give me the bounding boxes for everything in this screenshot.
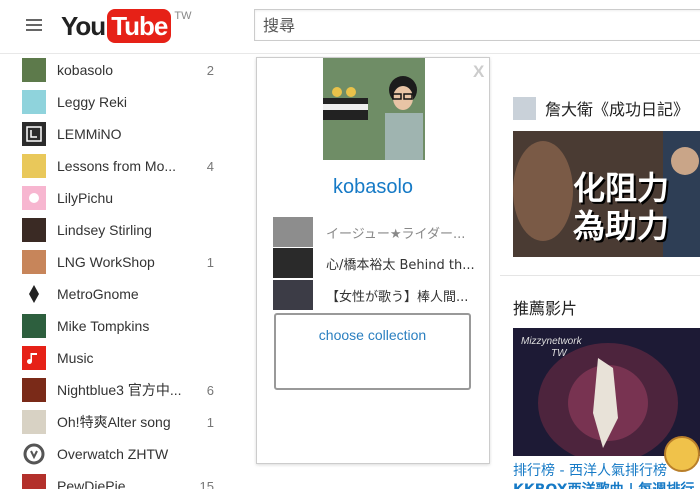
sidebar-item-lindsey[interactable]: Lindsey Stirling [0, 214, 235, 246]
video-thumbnail [273, 248, 313, 278]
sidebar-item-count: 2 [206, 62, 214, 78]
watermark-line1: Mizzynetwork [521, 336, 582, 347]
choose-collection-box[interactable]: choose collection [274, 313, 471, 390]
pewdiepie-thumbnail [22, 474, 46, 489]
popup-video-item[interactable]: 【女性が歌う】棒人間... [273, 280, 489, 310]
sidebar-item-leggy-reki[interactable]: Leggy Reki [0, 86, 235, 118]
mike-thumbnail [22, 314, 46, 338]
sidebar-item-nightblue3[interactable]: Nightblue3 官方中... 6 [0, 374, 235, 406]
sidebar-item-overwatch[interactable]: Overwatch ZHTW [0, 438, 235, 470]
recommended-channel-title: 詹大衛《成功日記》 [545, 100, 690, 119]
sidebar-item-metrognome[interactable]: MetroGnome [0, 278, 235, 310]
video-thumbnail [273, 280, 313, 310]
sidebar-item-count: 6 [206, 382, 214, 398]
lilypichu-thumbnail [22, 186, 46, 210]
sidebar-item-label: kobasolo [57, 62, 114, 78]
kobasolo-thumbnail [22, 58, 46, 82]
recommended-video-title[interactable]: 排行榜 - 西洋人氣排行榜 [513, 460, 667, 480]
sidebar-item-label: Lessons from Mo... [57, 158, 177, 174]
sidebar-item-lng-workshop[interactable]: LNG WorkShop 1 [0, 246, 235, 278]
sidebar-item-label: Nightblue3 官方中... [57, 382, 182, 398]
sidebar-item-label: Mike Tompkins [57, 318, 150, 334]
logo-tube-text: Tube [107, 9, 172, 43]
lng-thumbnail [22, 250, 46, 274]
sidebar-item-kobasolo[interactable]: kobasolo 2 [0, 54, 235, 86]
recommended-channel-header[interactable]: 詹大衛《成功日記》 [513, 96, 689, 120]
section-divider [500, 275, 700, 276]
sidebar-item-pewdiepie[interactable]: PewDiePie 15 [0, 470, 235, 489]
sidebar-item-count: 1 [206, 254, 214, 270]
lemmino-logo [22, 122, 46, 146]
watermark-line2: TW [551, 348, 567, 359]
video-thumbnail [273, 217, 313, 247]
sidebar-item-count: 4 [206, 158, 214, 174]
sidebar-item-music[interactable]: Music [0, 342, 235, 374]
close-icon[interactable]: X [473, 62, 484, 82]
channel-name-link[interactable]: kobasolo [257, 176, 489, 199]
sidebar-item-oh-alter-song[interactable]: Oh!特爽Alter song 1 [0, 406, 235, 438]
sidebar-item-label: LEMMiNO [57, 126, 122, 142]
music-note-icon [22, 346, 46, 370]
recommended-section-title: 推薦影片 [513, 299, 578, 318]
video-thumbnail-recommended[interactable]: Mizzynetwork TW [513, 328, 700, 456]
video-title: 心/橋本裕太 Behind th... [326, 258, 475, 273]
video-thumbnail-large[interactable]: 化阻力 為助力 [513, 131, 700, 257]
recommended-channel-avatar [513, 96, 536, 120]
recommended-video-subtitle[interactable]: KKBOX西洋歌曲 | 每週排行 [513, 479, 694, 489]
sidebar-item-label: LNG WorkShop [57, 254, 155, 270]
search-box [254, 9, 700, 41]
thumbnail-watermark: Mizzynetwork TW [521, 336, 582, 360]
sidebar-item-count: 1 [206, 414, 214, 430]
search-input[interactable] [255, 10, 700, 40]
video-title: イージュー★ライダー... [326, 227, 466, 242]
channel-avatar[interactable] [323, 58, 425, 160]
sidebar-item-label: PewDiePie [57, 478, 126, 489]
logo-region: TW [174, 10, 192, 22]
metrognome-logo [22, 282, 46, 306]
sidebar-item-label: Music [57, 350, 94, 366]
lessons-thumbnail [22, 154, 46, 178]
leggy-reki-thumbnail [22, 90, 46, 114]
popup-video-item[interactable]: 心/橋本裕太 Behind th... [273, 248, 489, 278]
sidebar-item-label: MetroGnome [57, 286, 139, 302]
channel-popup: X kobasolo イージュー★ライダー... 心/橋本裕太 Behind t… [256, 57, 490, 464]
logo-you-text: You [61, 11, 106, 41]
overwatch-logo [22, 442, 46, 466]
sidebar-item-label: Oh!特爽Alter song [57, 414, 171, 430]
popup-video-item[interactable]: イージュー★ライダー... [273, 217, 489, 247]
thumbnail-text-line2: 為助力 [573, 207, 670, 245]
sidebar-item-lilypichu[interactable]: LilyPichu [0, 182, 235, 214]
sidebar-item-lessons[interactable]: Lessons from Mo... 4 [0, 150, 235, 182]
sidebar-item-label: LilyPichu [57, 190, 114, 206]
lindsey-thumbnail [22, 218, 46, 242]
masthead: You Tube TW [0, 0, 700, 54]
nightblue-thumbnail [22, 378, 46, 402]
video-title: 【女性が歌う】棒人間... [326, 290, 469, 305]
youtube-logo[interactable]: You Tube TW [61, 9, 191, 45]
sidebar-item-count: 15 [199, 478, 214, 489]
sidebar-item-label: Leggy Reki [57, 94, 128, 110]
sidebar-item-mike-tompkins[interactable]: Mike Tompkins [0, 310, 235, 342]
oh-thumbnail [22, 410, 46, 434]
subscriptions-sidebar: kobasolo 2 Leggy Reki LEMMiNO Lessons fr… [0, 54, 235, 489]
choose-collection-link[interactable]: choose collection [276, 327, 469, 343]
watermark-badge-icon [664, 436, 700, 472]
sidebar-item-lemmino[interactable]: LEMMiNO [0, 118, 235, 150]
sidebar-item-label: Overwatch ZHTW [57, 446, 169, 462]
menu-icon[interactable] [26, 19, 42, 32]
sidebar-item-label: Lindsey Stirling [57, 222, 152, 238]
